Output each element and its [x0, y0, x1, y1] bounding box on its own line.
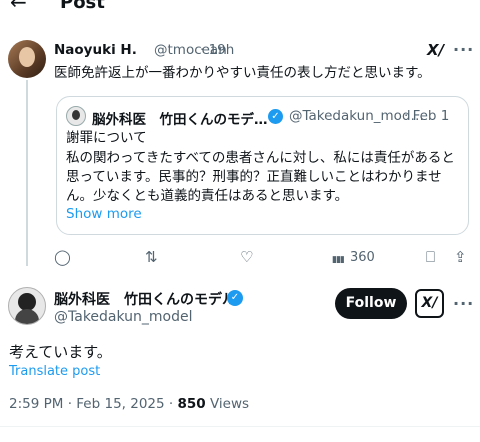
- quoted-text-line: ん。少なくとも道義的責任はあると思います。: [66, 188, 349, 204]
- quoted-avatar: [66, 106, 86, 126]
- post-date[interactable]: Feb 15, 2025: [76, 396, 164, 412]
- views-count: 850: [177, 396, 206, 412]
- divider: [0, 426, 480, 427]
- views-label: Views: [209, 396, 250, 412]
- like-icon[interactable]: ♡: [240, 249, 253, 265]
- avatar[interactable]: [8, 40, 46, 78]
- quoted-post-date: · Feb 1: [404, 108, 450, 124]
- back-arrow-icon[interactable]: ←: [10, 0, 27, 12]
- author-name[interactable]: Naoyuki H.: [54, 42, 137, 58]
- verified-badge-icon: ✓: [227, 290, 243, 306]
- bookmark-icon[interactable]: ⎕: [426, 249, 435, 265]
- translate-post-link[interactable]: Translate post: [9, 364, 100, 379]
- share-icon[interactable]: ⇪: [454, 249, 467, 265]
- quoted-text-line: 私の関わってきたすべての患者さんに対し、私には責任があると: [66, 150, 455, 166]
- views-count: 360: [350, 250, 375, 265]
- thread-connector-line: [26, 80, 28, 266]
- more-options-icon[interactable]: ···: [453, 294, 474, 313]
- repost-icon[interactable]: ⇅: [145, 249, 158, 265]
- grok-icon[interactable]: X/: [415, 289, 444, 318]
- post-text: 医師免許返上が一番わかりやすい責任の表し方だと思います。: [54, 65, 431, 81]
- grok-icon[interactable]: X/: [427, 41, 444, 59]
- top-bar: ← Post: [0, 0, 480, 18]
- author-name[interactable]: 脳外科医 竹田くんのモデル: [54, 289, 236, 309]
- verified-badge-icon: ✓: [268, 109, 283, 124]
- quoted-text-line: 謝罪について: [66, 130, 147, 146]
- avatar[interactable]: [8, 287, 46, 325]
- more-options-icon[interactable]: ···: [453, 40, 474, 59]
- post-time[interactable]: 2:59 PM: [9, 396, 63, 412]
- reply-icon[interactable]: ◯: [54, 249, 71, 265]
- show-more-link[interactable]: Show more: [66, 206, 142, 222]
- quoted-author-name: 脳外科医 竹田くんのモデ…: [92, 112, 268, 128]
- post-time[interactable]: · 19h: [200, 42, 234, 58]
- quoted-text-line: 思っています。民事的？刑事的？正直難しいことはわかりませ: [66, 169, 442, 185]
- author-handle[interactable]: @Takedakun_model: [54, 309, 193, 325]
- views-icon[interactable]: ▮▮▮: [332, 252, 345, 268]
- page-title: Post: [60, 0, 105, 13]
- post-text: 考えています。: [9, 343, 112, 361]
- follow-button[interactable]: Follow: [335, 288, 407, 319]
- post-metadata: 2:59 PM · Feb 15, 2025 · 850 Views: [9, 396, 250, 412]
